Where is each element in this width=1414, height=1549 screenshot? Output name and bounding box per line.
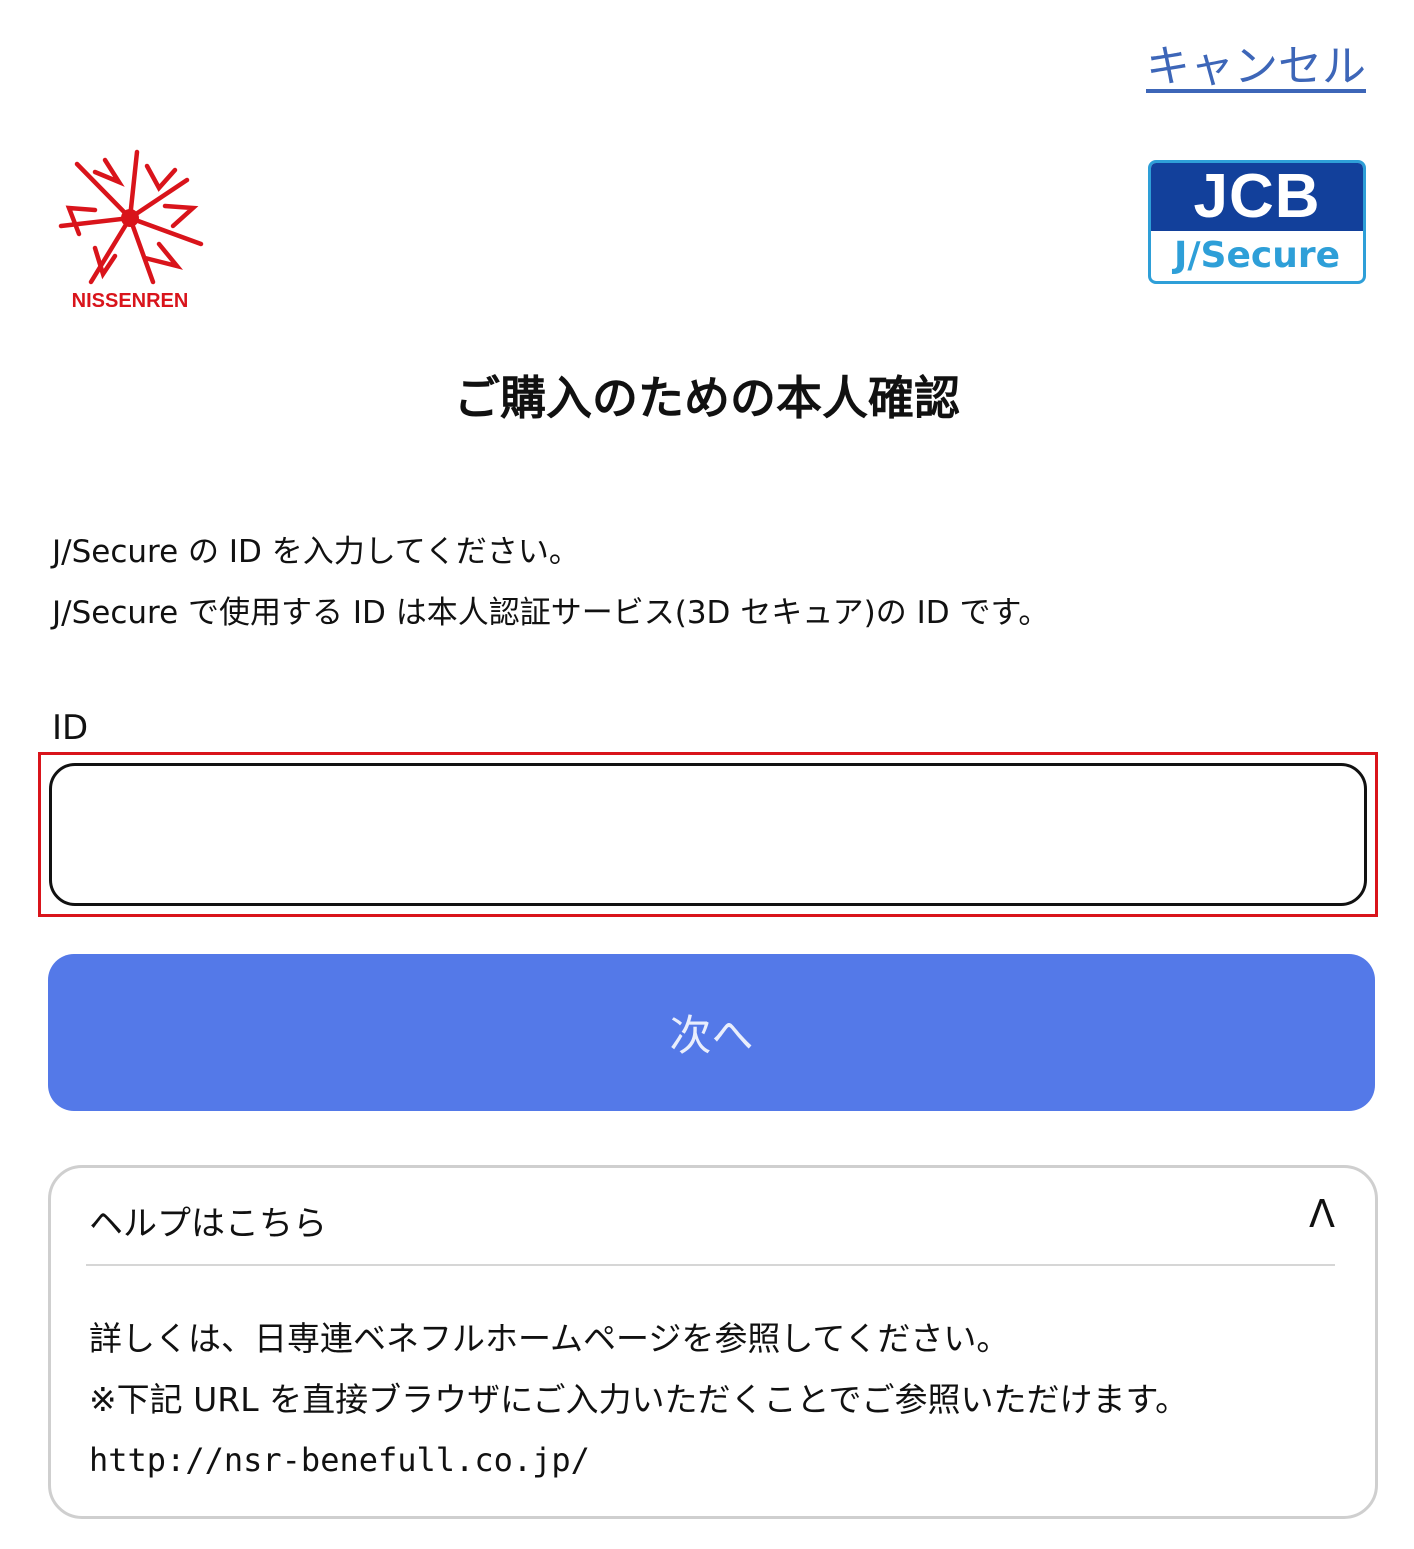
page-title: ご購入のための本人確認 <box>454 371 960 425</box>
nissenren-emblem-icon <box>58 149 204 285</box>
id-input[interactable] <box>49 763 1367 906</box>
jsecure-logo-text: J/Secure <box>1173 235 1341 276</box>
nissenren-logo-text: NISSENREN <box>71 290 189 312</box>
jcb-logo-text: JCB <box>1151 163 1363 231</box>
help-panel: ヘルプはこちら Λ 詳しくは、日専連ベネフルホームページを参照してください。 ※… <box>48 1165 1378 1519</box>
nissenren-logo: NISSENREN <box>55 148 205 313</box>
divider <box>86 1264 1335 1266</box>
help-url: http://nsr-benefull.co.jp/ <box>89 1441 590 1479</box>
instructions: J/Secure の ID を入力してください。 J/Secure で使用する … <box>52 522 1049 644</box>
id-field-label: ID <box>52 708 89 748</box>
help-panel-body: 詳しくは、日専連ベネフルホームページを参照してください。 ※下記 URL を直接… <box>89 1308 1188 1491</box>
next-button[interactable]: 次へ <box>48 954 1375 1111</box>
collapse-chevron-icon[interactable]: Λ <box>1309 1192 1335 1236</box>
help-line-1: 詳しくは、日専連ベネフルホームページを参照してください。 <box>89 1319 1010 1358</box>
instruction-line-1: J/Secure の ID を入力してください。 <box>52 534 580 570</box>
id-field-highlight <box>38 752 1378 917</box>
jcb-jsecure-logo: JCB J/Secure <box>1148 160 1366 284</box>
instruction-line-2: J/Secure で使用する ID は本人認証サービス(3D セキュア)の ID… <box>52 595 1050 631</box>
help-line-2: ※下記 URL を直接ブラウザにご入力いただくことでご参照いただけます。 <box>89 1380 1189 1419</box>
help-panel-title[interactable]: ヘルプはこちら <box>89 1196 327 1245</box>
cancel-link[interactable]: キャンセル <box>1146 30 1366 94</box>
